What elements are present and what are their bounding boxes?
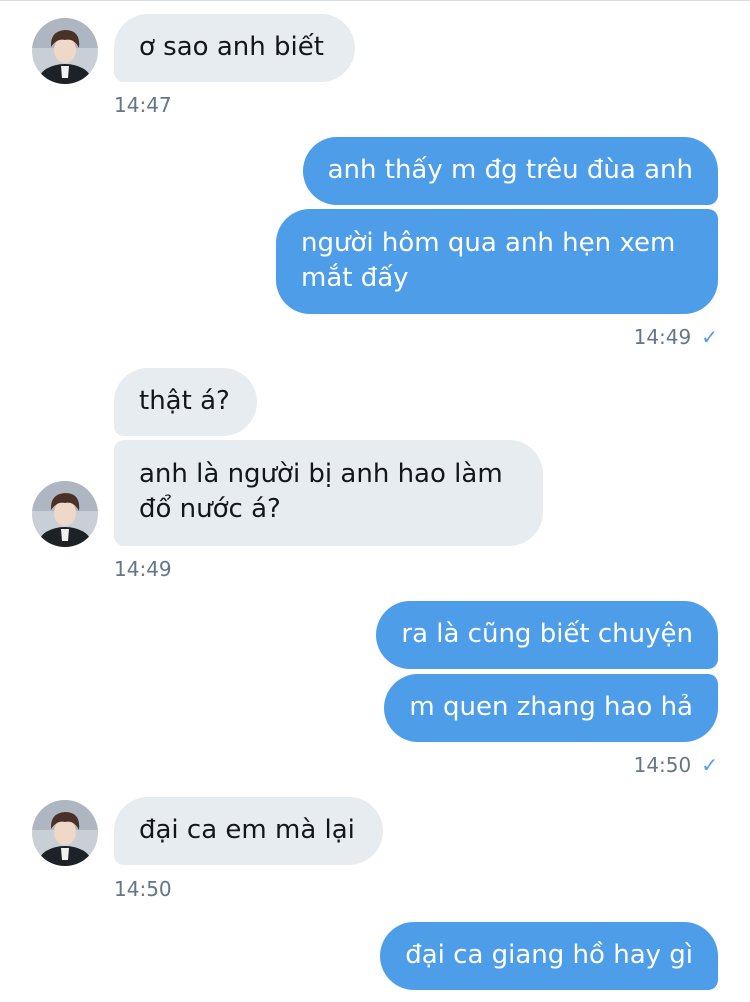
message-text: thật á? [139, 386, 230, 416]
message-text: đại ca giang hồ hay gì [405, 940, 693, 970]
timestamp-text: 14:49 [633, 325, 692, 349]
contact-avatar[interactable] [32, 481, 98, 547]
message-line: đổ nước á? [139, 494, 281, 524]
check-icon: ✓ [701, 325, 718, 349]
message-timestamp: 14:50 [114, 876, 172, 902]
message-bubble-outgoing[interactable]: anh thấy m đg trêu đùa anh [302, 137, 718, 205]
message-bubble-incoming[interactable]: anh là người bị anh hao làm đổ nước á? [114, 440, 543, 546]
check-icon: ✓ [701, 753, 718, 777]
message-line: anh là người bị anh hao làm [139, 459, 503, 489]
message-bubble-outgoing[interactable]: người hôm qua anh hẹn xem mắt đấy [276, 209, 718, 314]
top-divider [0, 0, 750, 1]
timestamp-text: 14:50 [633, 753, 692, 777]
message-bubble-outgoing[interactable]: ra là cũng biết chuyện [376, 601, 718, 669]
message-text: ơ sao anh biết [139, 32, 324, 62]
timestamp-text: 14:47 [114, 93, 172, 117]
message-timestamp: 14:47 [114, 92, 172, 118]
message-timestamp: 14:49 [114, 556, 172, 582]
timestamp-text: 14:49 [114, 557, 172, 581]
message-timestamp: 14:50 ✓ [634, 752, 718, 778]
message-text: đại ca em mà lại [139, 815, 355, 845]
message-bubble-incoming[interactable]: thật á? [114, 368, 257, 436]
message-line: mắt đấy [301, 263, 409, 293]
message-text: m quen zhang hao hả [409, 692, 693, 722]
timestamp-text: 14:50 [114, 877, 172, 901]
contact-avatar[interactable] [32, 18, 98, 84]
message-text: anh thấy m đg trêu đùa anh [327, 155, 693, 185]
contact-avatar[interactable] [32, 800, 98, 866]
message-bubble-outgoing[interactable]: đại ca giang hồ hay gì [380, 922, 718, 990]
message-bubble-incoming[interactable]: đại ca em mà lại [114, 797, 383, 865]
message-timestamp: 14:49 ✓ [634, 324, 718, 350]
message-line: người hôm qua anh hẹn xem [301, 228, 676, 258]
message-text: ra là cũng biết chuyện [401, 619, 693, 649]
message-bubble-outgoing[interactable]: m quen zhang hao hả [384, 674, 718, 742]
message-bubble-incoming[interactable]: ơ sao anh biết [114, 14, 355, 82]
